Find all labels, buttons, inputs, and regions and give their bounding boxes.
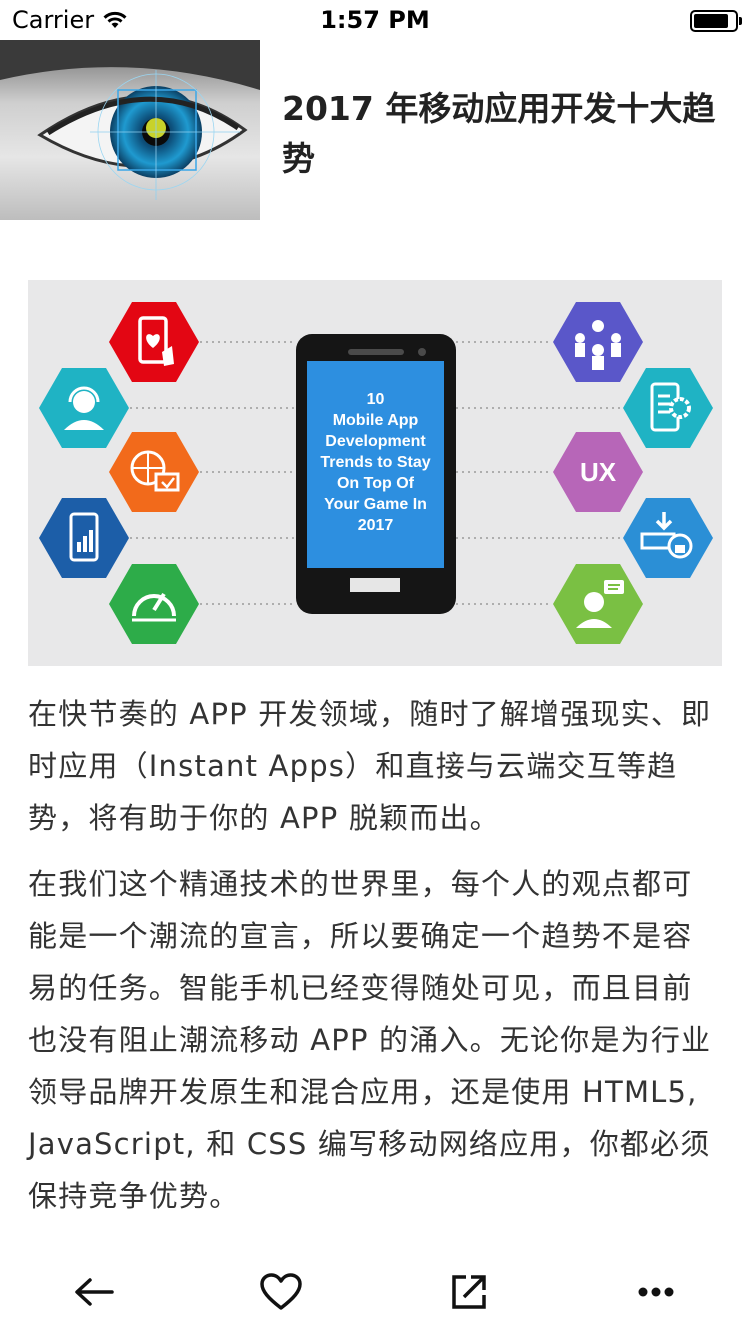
article-title[interactable]: 2017 年移动应用开发十大趋势 (282, 84, 738, 184)
eye-scan-image (0, 40, 260, 220)
phone-screen-line: Mobile App (333, 412, 419, 429)
hex-purple-ux: UX (553, 432, 643, 512)
phone-screen-line: Your Game In (324, 496, 427, 513)
more-button[interactable] (628, 1268, 684, 1316)
battery-icon (690, 10, 742, 32)
status-bar: Carrier 1:57 PM (0, 0, 750, 40)
bottom-toolbar (0, 1250, 750, 1334)
hex-teal-settings (623, 368, 713, 448)
more-icon (638, 1287, 674, 1297)
like-button[interactable] (253, 1268, 309, 1316)
hex-red-phone-heart (109, 302, 199, 382)
back-button[interactable] (66, 1268, 122, 1316)
hero-infographic: UX 10 Mobile App Development Trends to Stay… (28, 280, 722, 666)
share-button[interactable] (441, 1268, 497, 1316)
article-body: 在快节奏的 APP 开发领域，随时了解增强现实、即时应用（Instant App… (28, 688, 722, 1236)
hero-graphic: UX 10 Mobile App Development Trends to Stay… (39, 302, 713, 644)
article-header: 2017 年移动应用开发十大趋势 (0, 40, 750, 220)
article-thumbnail[interactable] (0, 40, 260, 220)
phone-screen-line: 2017 (358, 517, 394, 534)
phone-screen-line: Trends to Stay (320, 454, 430, 471)
phone-illustration: 10 Mobile App Development Trends to Stay On … (296, 334, 456, 614)
back-arrow-icon (75, 1278, 114, 1306)
phone-screen-line: On Top Of (337, 475, 415, 492)
status-time: 1:57 PM (320, 6, 430, 34)
article-paragraph-1: 在快节奏的 APP 开发领域，随时了解增强现实、即时应用（Instant App… (28, 697, 712, 835)
heart-icon (260, 1273, 302, 1310)
hex-indigo-network (553, 302, 643, 382)
hex-lime-chat (553, 564, 643, 644)
phone-screen-line: Development (325, 433, 426, 450)
hex-blue-chart (39, 498, 129, 578)
phone-screen-line: 10 (367, 391, 385, 408)
hex-orange-globe (109, 432, 199, 512)
hex-lightblue-secure-download (623, 498, 713, 578)
hex-green-gauge (109, 564, 199, 644)
article-paragraph-2: 在我们这个精通技术的世界里，每个人的观点都可能是一个潮流的宣言，所以要确定一个趋… (28, 867, 712, 1213)
hex-teal-support (39, 368, 129, 448)
ux-label: UX (580, 457, 617, 487)
share-icon (452, 1275, 486, 1309)
